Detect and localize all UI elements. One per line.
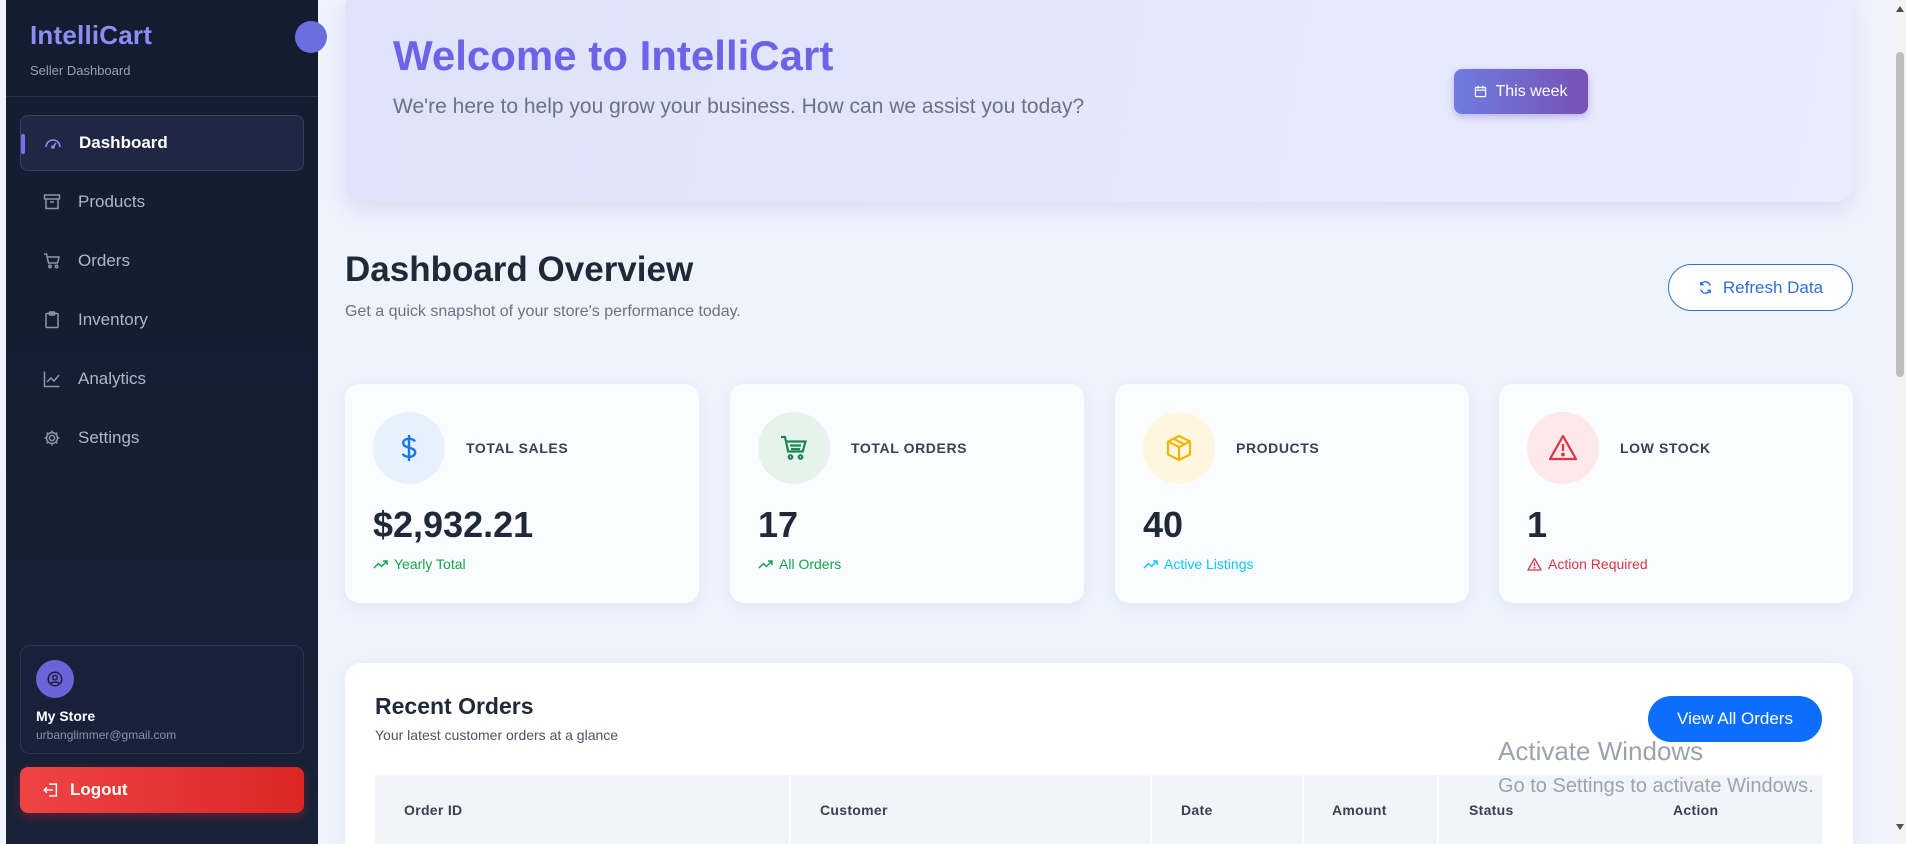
stat-card-products[interactable]: PRODUCTS 40 Active Listings xyxy=(1115,384,1469,603)
stat-card-total-sales[interactable]: TOTAL SALES $2,932.21 Yearly Total xyxy=(345,384,699,603)
archive-box-icon xyxy=(42,192,62,212)
warning-small-icon xyxy=(1527,557,1542,571)
store-email: urbanglimmer@gmail.com xyxy=(36,728,177,742)
stat-footnote-label: Action Required xyxy=(1548,556,1648,572)
gauge-icon xyxy=(43,133,63,153)
brand-subtitle: Seller Dashboard xyxy=(30,63,131,78)
line-chart-icon xyxy=(42,369,62,389)
clipboard-icon xyxy=(42,310,62,330)
gear-icon xyxy=(42,428,62,448)
stat-footnote-label: Yearly Total xyxy=(394,556,466,572)
recent-orders-subtitle: Your latest customer orders at a glance xyxy=(375,727,619,743)
sidebar-nav: Dashboard Products Orders Inventory Anal… xyxy=(6,97,318,466)
logout-icon xyxy=(43,783,58,797)
column-header-date[interactable]: Date xyxy=(1181,775,1213,844)
scroll-down-arrow-icon[interactable] xyxy=(1896,824,1904,830)
stat-footnote: Action Required xyxy=(1527,556,1648,572)
trend-up-icon xyxy=(373,559,388,569)
column-header-customer[interactable]: Customer xyxy=(820,775,888,844)
cart-icon xyxy=(42,251,62,271)
user-circle-icon xyxy=(36,660,74,698)
stat-footnote: All Orders xyxy=(758,556,841,572)
trend-up-icon xyxy=(1143,559,1158,569)
sidebar-item-settings[interactable]: Settings xyxy=(20,410,304,466)
trend-up-icon xyxy=(758,559,773,569)
column-header-action[interactable]: Action xyxy=(1673,775,1718,844)
sidebar-item-label: Dashboard xyxy=(79,133,168,152)
column-divider xyxy=(1437,775,1439,844)
stat-label: PRODUCTS xyxy=(1236,440,1320,456)
welcome-subtitle: We're here to help you grow your busines… xyxy=(393,95,1085,118)
stat-footnote-label: Active Listings xyxy=(1164,556,1254,572)
sidebar-item-label: Inventory xyxy=(78,310,148,329)
view-all-orders-button[interactable]: View All Orders xyxy=(1648,696,1822,742)
this-week-label: This week xyxy=(1495,82,1568,100)
logout-button[interactable]: Logout xyxy=(20,767,304,813)
store-name: My Store xyxy=(36,708,96,724)
page-subtitle: Get a quick snapshot of your store's per… xyxy=(345,303,741,320)
calendar-icon xyxy=(1475,85,1487,98)
sidebar: IntelliCart Seller Dashboard Dashboard P… xyxy=(6,0,318,844)
cart-icon xyxy=(758,412,830,484)
column-header-status[interactable]: Status xyxy=(1469,775,1514,844)
stat-value: 40 xyxy=(1143,504,1184,545)
vertical-scrollbar[interactable] xyxy=(1894,0,1906,844)
sidebar-item-label: Settings xyxy=(78,428,140,447)
stat-footnote: Yearly Total xyxy=(373,556,466,572)
stat-card-low-stock[interactable]: LOW STOCK 1 Action Required xyxy=(1499,384,1853,603)
sidebar-item-analytics[interactable]: Analytics xyxy=(20,351,304,407)
sidebar-item-label: Analytics xyxy=(78,369,147,388)
this-week-button[interactable]: This week xyxy=(1454,69,1588,114)
refresh-icon xyxy=(1700,281,1711,294)
column-divider xyxy=(789,775,791,844)
page-title: Dashboard Overview xyxy=(345,250,694,289)
sidebar-item-label: Orders xyxy=(78,251,130,270)
welcome-title: Welcome to IntelliCart xyxy=(393,32,834,79)
column-divider xyxy=(1302,775,1304,844)
welcome-banner: Welcome to IntelliCart We're here to hel… xyxy=(345,0,1853,202)
stat-footnote: Active Listings xyxy=(1143,556,1253,572)
logout-label: Logout xyxy=(70,780,128,799)
orders-table-header: Order ID Customer Date Amount Status Act… xyxy=(375,775,1822,844)
sidebar-item-label: Products xyxy=(78,192,146,211)
store-card[interactable]: My Store urbanglimmer@gmail.com xyxy=(20,645,304,754)
warning-icon xyxy=(1527,412,1599,484)
brand-title: IntelliCart xyxy=(30,20,153,50)
sidebar-item-inventory[interactable]: Inventory xyxy=(20,292,304,348)
sidebar-item-orders[interactable]: Orders xyxy=(20,233,304,289)
stat-card-total-orders[interactable]: TOTAL ORDERS 17 All Orders xyxy=(730,384,1084,603)
sidebar-item-products[interactable]: Products xyxy=(20,174,304,230)
recent-orders-title: Recent Orders xyxy=(375,693,534,719)
refresh-data-label: Refresh Data xyxy=(1722,277,1824,297)
column-header-order-id[interactable]: Order ID xyxy=(404,775,462,844)
column-divider xyxy=(1150,775,1152,844)
stat-label: TOTAL SALES xyxy=(466,440,569,456)
refresh-data-button[interactable]: Refresh Data xyxy=(1668,264,1853,311)
column-header-amount[interactable]: Amount xyxy=(1332,775,1387,844)
brand: IntelliCart Seller Dashboard xyxy=(6,0,318,97)
stat-footnote-label: All Orders xyxy=(779,556,842,572)
stat-value: 1 xyxy=(1527,504,1548,545)
sidebar-item-dashboard[interactable]: Dashboard xyxy=(20,115,304,171)
stat-value: 17 xyxy=(758,504,799,545)
stat-label: TOTAL ORDERS xyxy=(851,440,968,456)
box-icon xyxy=(1143,412,1215,484)
stat-label: LOW STOCK xyxy=(1620,440,1711,456)
recent-orders-panel: Recent Orders Your latest customer order… xyxy=(345,663,1853,844)
main-content: Welcome to IntelliCart We're here to hel… xyxy=(318,0,1896,844)
scroll-up-arrow-icon[interactable] xyxy=(1896,6,1904,12)
stat-value: $2,932.21 xyxy=(373,504,534,545)
scrollbar-thumb[interactable] xyxy=(1896,52,1904,377)
dollar-icon xyxy=(373,412,445,484)
